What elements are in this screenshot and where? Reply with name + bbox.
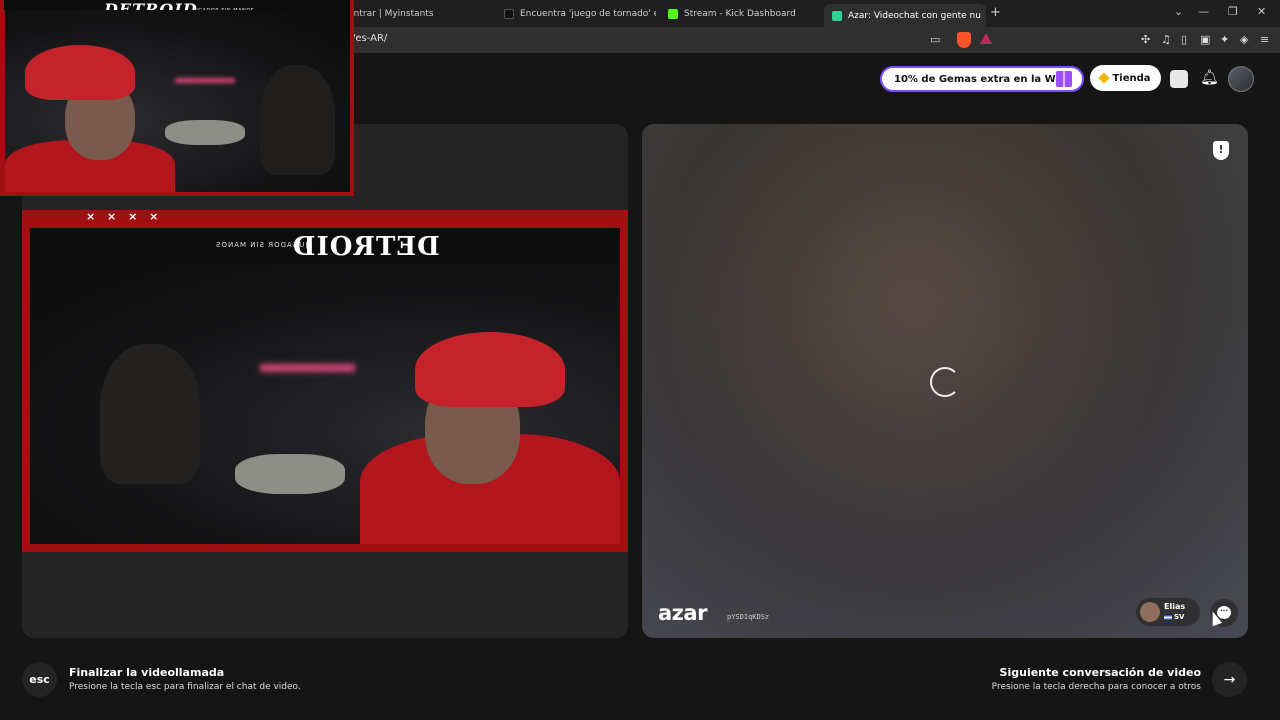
stream-overlay-camera: DETROID JUGADOR SIN MANOS	[0, 0, 354, 196]
azar-logo: azar	[658, 601, 707, 625]
kick-icon	[668, 9, 678, 19]
menu-icon[interactable]: ≡	[1260, 33, 1269, 46]
tiktok-icon	[504, 9, 514, 19]
pillow	[235, 454, 345, 494]
gem-icon	[1098, 72, 1111, 84]
flag-icon	[1164, 614, 1172, 620]
end-call-title: Finalizar la videollamada	[69, 666, 225, 679]
tab-label: Encuentra 'juego de tornado' en TikT	[520, 9, 656, 19]
loading-spinner-icon	[930, 367, 960, 397]
end-call-subtitle: Presione la tecla esc para finalizar el …	[69, 682, 301, 692]
url-field[interactable]: /es-AR/	[352, 33, 387, 44]
tab-label: Stream - Kick Dashboard	[684, 9, 796, 19]
next-chat-subtitle: Presione la tecla derecha para conocer a…	[991, 682, 1201, 692]
restore-icon[interactable]: ❐	[1228, 5, 1238, 18]
led-light	[260, 364, 355, 372]
partner-avatar	[1140, 602, 1160, 622]
red-cap	[415, 332, 565, 407]
shop-label: Tienda	[1112, 72, 1151, 84]
bell-icon[interactable]: 🔔︎	[1200, 68, 1219, 86]
camera-image	[30, 264, 620, 544]
local-video-panel: × × × × JUGADOR SIN MANOS DETROID	[22, 124, 628, 638]
end-call-button[interactable]: esc	[22, 662, 57, 697]
led-light	[175, 78, 235, 83]
leo-ai-icon[interactable]: ✦	[1220, 33, 1229, 46]
overlay-marks: × × × ×	[86, 210, 163, 223]
tab-kick-dashboard[interactable]: Stream - Kick Dashboard	[660, 4, 820, 24]
person-silhouette	[100, 344, 200, 484]
minimize-icon[interactable]: —	[1198, 5, 1209, 18]
tab-search-icon[interactable]: ⌄	[1174, 5, 1183, 18]
remote-video-panel: ! azar pYSDIqKDSz Elias SV ···	[642, 124, 1248, 638]
panel-empty-area	[22, 552, 628, 638]
new-tab-button[interactable]: +	[990, 5, 1001, 20]
report-shield-icon[interactable]: !	[1213, 141, 1229, 160]
media-icon[interactable]: ♫	[1161, 33, 1171, 46]
cast-icon[interactable]: ▭	[930, 33, 940, 46]
sidebar-icon[interactable]: ▯	[1181, 33, 1187, 46]
partner-name: Elias	[1164, 602, 1186, 611]
next-chat-button[interactable]: →	[1212, 662, 1247, 697]
vpn-shield-icon[interactable]: ◈	[1240, 33, 1248, 46]
overlay-camera-image	[5, 10, 350, 192]
wallet-icon[interactable]: ▣	[1200, 33, 1210, 46]
partner-country: SV	[1164, 613, 1184, 621]
stream-banner: JUGADOR SIN MANOS DETROID	[30, 228, 620, 264]
gift-icon	[1056, 71, 1072, 87]
session-id: pYSDIqKDSz	[727, 613, 770, 621]
next-chat-title: Siguiente conversación de video	[999, 666, 1201, 679]
extensions-icon[interactable]: ✣	[1141, 33, 1150, 46]
brave-shields-icon[interactable]	[957, 32, 971, 48]
profile-avatar[interactable]	[1228, 66, 1254, 92]
promo-label: 10% de Gemas extra en la Web	[894, 73, 1070, 85]
partner-country-code: SV	[1174, 613, 1185, 621]
person-silhouette	[260, 65, 335, 175]
brave-rewards-icon[interactable]	[980, 33, 992, 44]
tab-azar[interactable]: Azar: Videochat con gente nu ✕	[824, 4, 986, 27]
local-camera-feed: × × × × JUGADOR SIN MANOS DETROID	[22, 210, 628, 552]
tab-tiktok[interactable]: Encuentra 'juego de tornado' en TikT	[496, 4, 656, 24]
tab-myinstants[interactable]: Entrar | Myinstants	[340, 4, 490, 24]
pillow	[165, 120, 245, 145]
banner-title: DETROID	[292, 232, 440, 262]
azar-favicon-icon	[832, 10, 842, 21]
close-window-icon[interactable]: ✕	[1257, 5, 1266, 18]
partner-chip[interactable]: Elias SV	[1136, 598, 1200, 626]
red-cap	[25, 45, 135, 100]
tab-label: Azar: Videochat con gente nu	[848, 10, 981, 21]
tab-label: Entrar | Myinstants	[348, 9, 434, 19]
inbox-icon[interactable]	[1170, 70, 1188, 88]
gems-promo-button[interactable]: 10% de Gemas extra en la Web	[880, 66, 1084, 92]
shop-button[interactable]: Tienda	[1090, 65, 1161, 91]
